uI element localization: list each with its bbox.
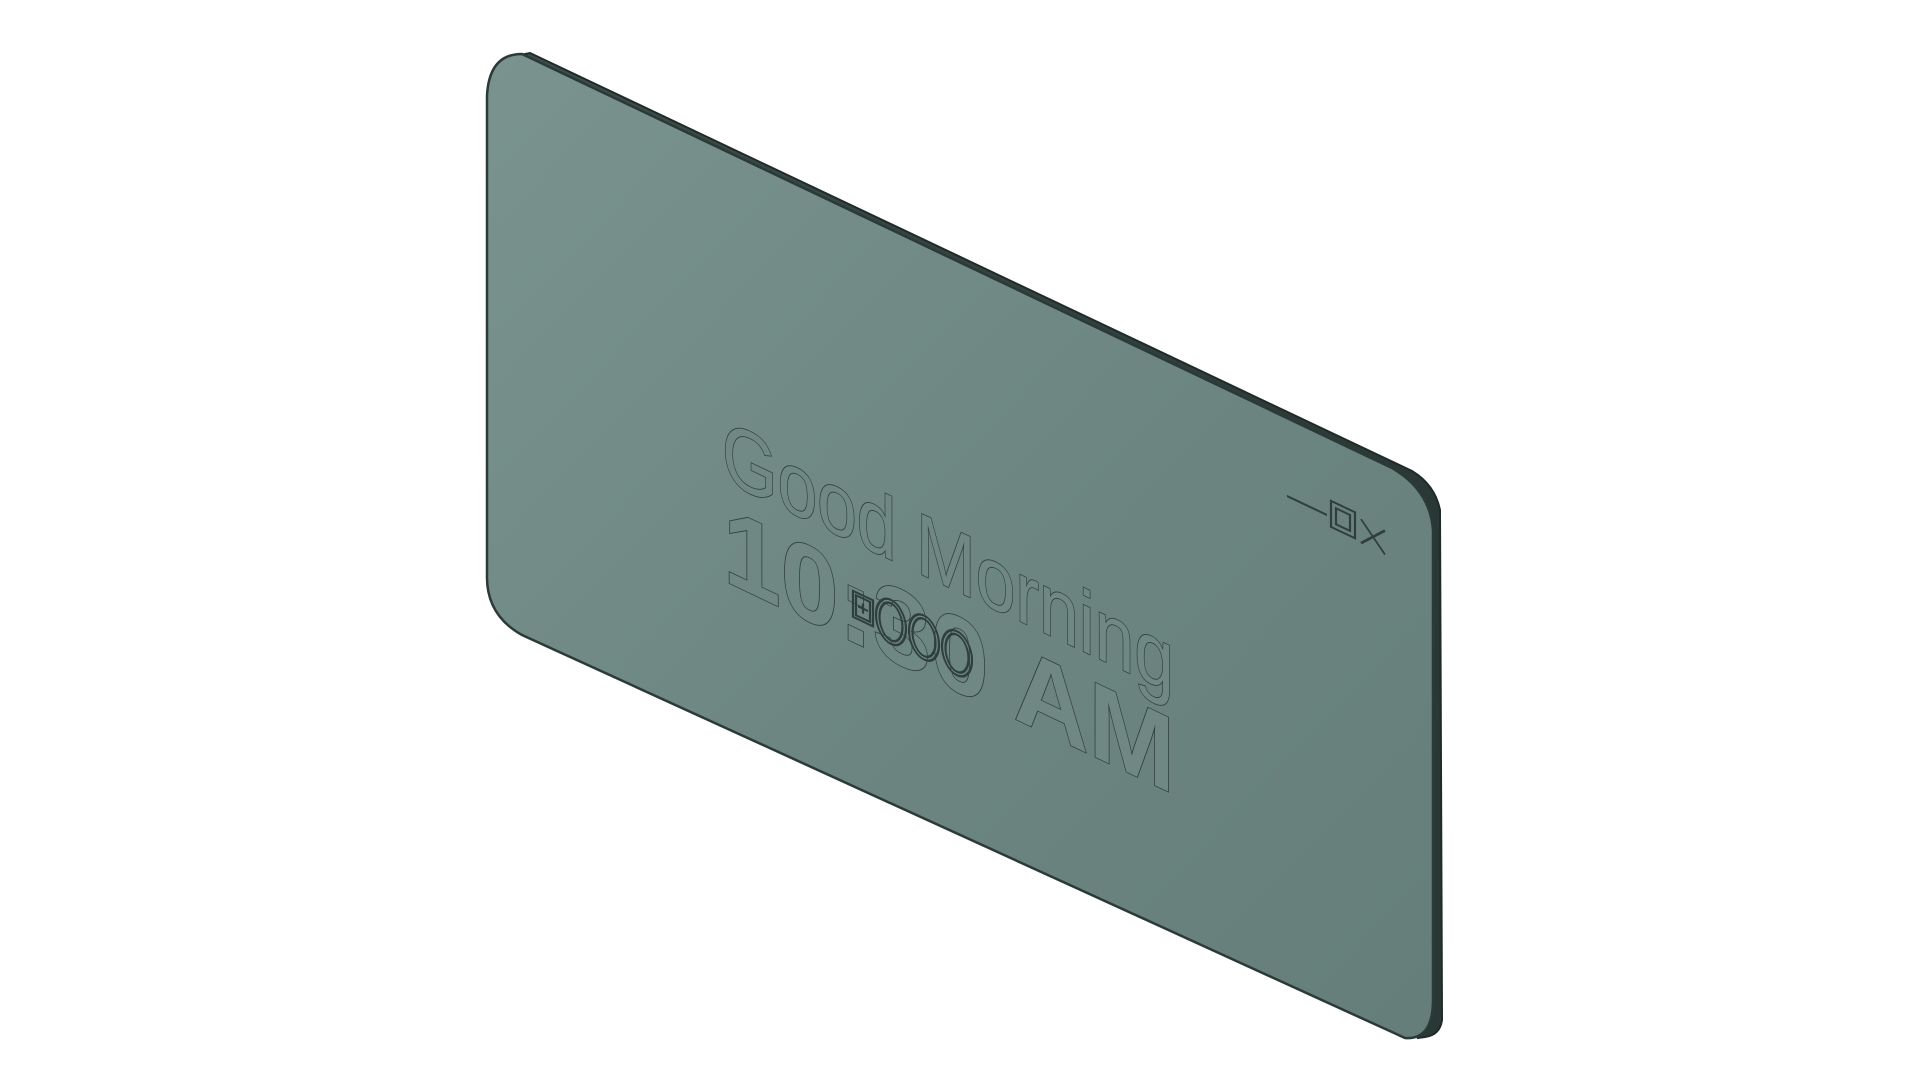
isometric-scene: Good Morning 10:30 AM (485, 51, 1444, 1040)
